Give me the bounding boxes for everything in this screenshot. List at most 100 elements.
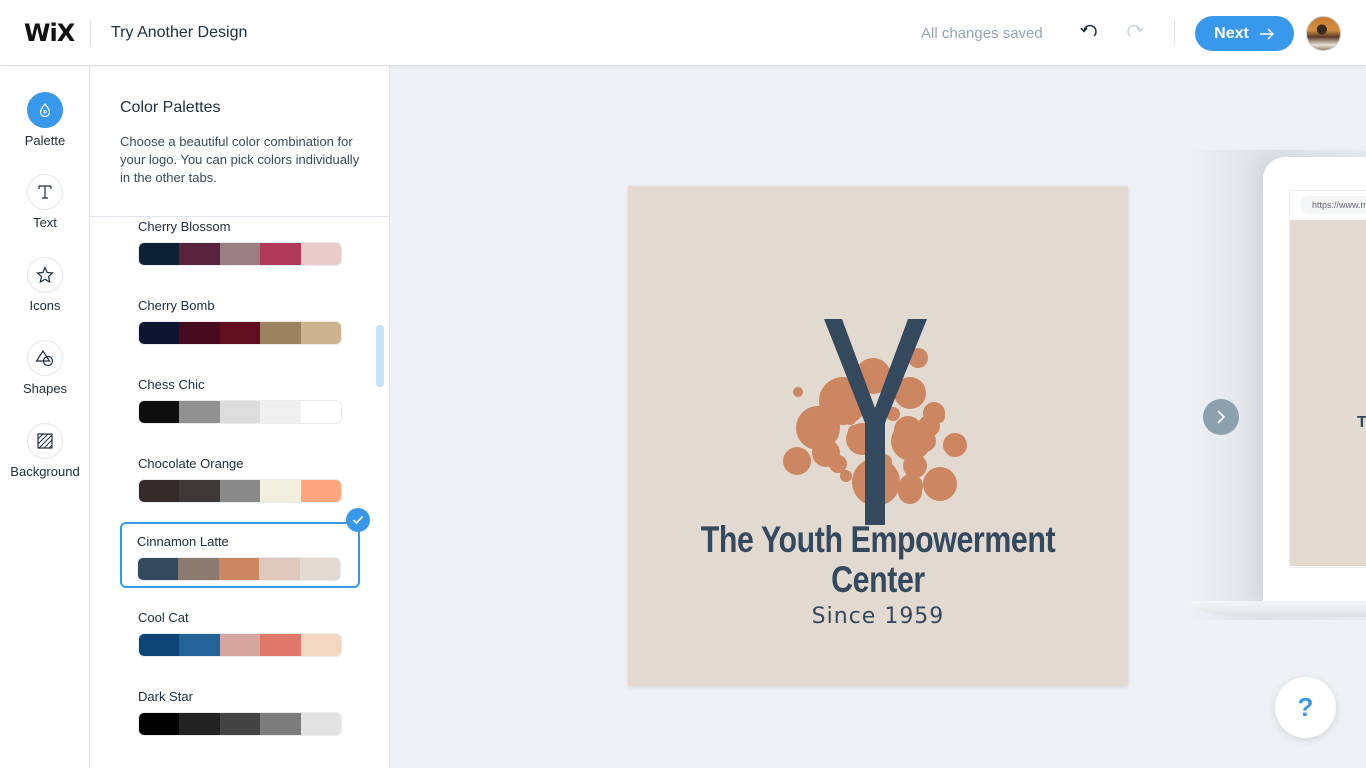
color-swatch — [178, 558, 219, 580]
mockup-content — [1290, 220, 1366, 566]
redo-icon — [1127, 24, 1144, 37]
arrow-right-icon — [1259, 28, 1274, 39]
logo-bubble — [914, 430, 936, 452]
logo-subtitle: Since 1959 — [811, 604, 945, 629]
logo-bubble — [844, 413, 856, 425]
color-swatch — [138, 558, 179, 580]
header-divider — [1174, 20, 1175, 45]
next-preview-button[interactable] — [1203, 399, 1239, 435]
color-swatch — [260, 243, 301, 265]
text-button[interactable] — [27, 174, 63, 210]
color-swatch — [219, 480, 261, 502]
palette-name: Cool Cat — [138, 610, 189, 625]
color-swatch — [139, 713, 180, 735]
color-swatch — [260, 480, 301, 502]
panel-description: Choose a beautiful color combination for… — [120, 134, 360, 185]
panel-scrollbar[interactable] — [376, 325, 384, 387]
logo-bubble — [840, 470, 852, 482]
nav-item-icons[interactable]: Icons — [0, 257, 90, 313]
color-swatch — [260, 713, 301, 735]
background-button[interactable] — [27, 423, 63, 459]
color-swatch — [179, 713, 220, 735]
palette-swatch-bar — [137, 557, 341, 581]
star-icon — [36, 266, 54, 284]
left-nav: Palette Text Icons Shapes Background — [0, 66, 90, 768]
palette-swatch-bar — [138, 479, 342, 503]
color-swatch — [260, 401, 301, 423]
color-swatch — [300, 713, 341, 735]
palette-name: Dark Star — [138, 689, 193, 704]
mockup-url-bar: https://www.m — [1300, 196, 1366, 214]
palette-option-cinnamon-latte[interactable]: Cinnamon Latte — [137, 534, 341, 581]
nav-label: Background — [10, 464, 80, 479]
palette-option-chocolate-orange[interactable]: Chocolate Orange — [138, 456, 342, 503]
color-swatch — [300, 243, 341, 265]
color-swatch — [179, 634, 220, 656]
palette-swatch-bar — [138, 633, 342, 657]
header-divider — [90, 20, 91, 45]
color-swatch — [139, 634, 180, 656]
next-button[interactable]: Next — [1195, 16, 1294, 51]
palette-button[interactable] — [27, 92, 63, 128]
chevron-right-icon — [1217, 410, 1226, 424]
page-title: Try Another Design — [111, 24, 248, 41]
nav-label: Text — [33, 215, 57, 230]
logo-bubble — [812, 439, 840, 467]
color-swatch — [139, 401, 180, 423]
palette-swatch-bar — [138, 712, 342, 736]
color-swatch — [300, 634, 341, 656]
next-label: Next — [1214, 24, 1249, 42]
palette-name: Chocolate Orange — [138, 456, 244, 471]
logo-bubble — [898, 480, 922, 504]
palette-swatch-bar — [138, 400, 342, 424]
help-button[interactable]: ? — [1275, 677, 1336, 738]
palette-option-chess-chic[interactable]: Chess Chic — [138, 377, 342, 424]
shapes-button[interactable] — [27, 340, 63, 376]
color-swatch — [179, 322, 220, 344]
palette-name: Cherry Bomb — [138, 298, 215, 313]
nav-item-shapes[interactable]: Shapes — [0, 340, 90, 396]
palette-option-cherry-bomb[interactable]: Cherry Bomb — [138, 298, 342, 345]
logo-preview[interactable]: The Youth Empowerment Center Since 1959 — [628, 186, 1128, 686]
palette-swatch-bar — [138, 242, 342, 266]
logo-title: The Youth Empowerment Center — [700, 519, 1056, 600]
color-swatch — [300, 401, 341, 423]
nav-item-text[interactable]: Text — [0, 174, 90, 230]
redo-button[interactable] — [1124, 21, 1146, 43]
color-swatch — [179, 243, 220, 265]
palette-option-dark-star[interactable]: Dark Star — [138, 689, 342, 736]
icons-button[interactable] — [27, 257, 63, 293]
wix-logo[interactable]: WiX — [24, 19, 75, 47]
color-swatch — [259, 558, 300, 580]
nav-label: Shapes — [22, 381, 68, 396]
shapes-icon — [35, 349, 54, 367]
palette-option-cool-cat[interactable]: Cool Cat — [138, 610, 342, 657]
color-swatch — [218, 558, 260, 580]
selected-check-badge — [346, 508, 370, 532]
color-swatch — [260, 322, 301, 344]
palette-swatch-bar — [138, 321, 342, 345]
palette-list: Cherry Blossom Cherry Bomb Chess Chic Choco… — [90, 217, 389, 768]
logo-bubble — [903, 454, 927, 478]
save-status: All changes saved — [921, 25, 1043, 42]
check-icon — [352, 515, 364, 525]
color-swatch — [219, 713, 261, 735]
palette-name: Cherry Blossom — [138, 219, 231, 234]
nav-item-background[interactable]: Background — [0, 423, 90, 479]
nav-item-palette[interactable]: Palette — [0, 92, 90, 148]
text-t-icon — [38, 185, 52, 199]
hatched-square-icon — [37, 433, 53, 449]
undo-button[interactable] — [1078, 21, 1100, 43]
logo-bubble — [923, 467, 957, 501]
color-swatch — [219, 634, 261, 656]
user-avatar[interactable] — [1306, 16, 1341, 51]
palette-name: Cinnamon Latte — [137, 534, 229, 549]
water-drop-icon — [39, 102, 51, 118]
color-swatch — [139, 322, 180, 344]
palette-option-cherry-blossom[interactable]: Cherry Blossom — [138, 219, 342, 266]
logo-graphic — [783, 319, 967, 525]
color-swatch — [139, 243, 180, 265]
color-swatch — [139, 480, 180, 502]
color-swatch — [219, 401, 261, 423]
color-swatch — [219, 243, 261, 265]
